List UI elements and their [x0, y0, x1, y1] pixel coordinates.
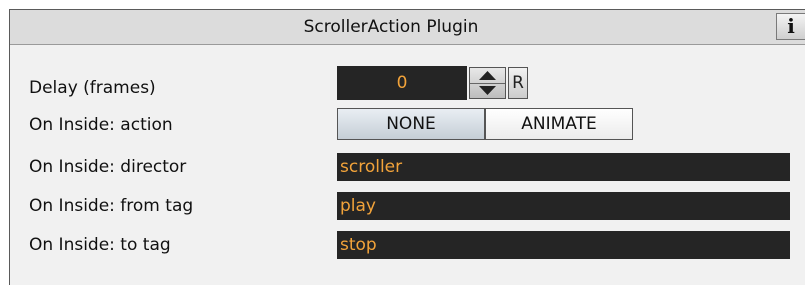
plugin-panel: ScrollerAction Plugin i Delay (frames) 0… — [9, 9, 805, 285]
delay-frames-input[interactable]: 0 — [337, 66, 467, 100]
action-none-button[interactable]: NONE — [337, 108, 485, 140]
to-tag-input[interactable]: stop — [337, 231, 790, 259]
arrow-down-icon — [479, 86, 496, 95]
spinner-down-button[interactable] — [470, 83, 505, 98]
reset-button[interactable]: R — [508, 67, 528, 99]
action-animate-button[interactable]: ANIMATE — [485, 108, 633, 140]
delay-spinner[interactable] — [469, 67, 506, 99]
director-label: On Inside: director — [29, 157, 187, 177]
action-label: On Inside: action — [29, 115, 173, 135]
director-input[interactable]: scroller — [337, 153, 790, 181]
info-button[interactable]: i — [776, 13, 805, 40]
info-icon: i — [787, 14, 795, 38]
delay-label: Delay (frames) — [29, 78, 156, 98]
spinner-up-button[interactable] — [470, 68, 505, 84]
from-tag-input[interactable]: play — [337, 192, 790, 220]
panel-title: ScrollerAction Plugin — [303, 17, 479, 37]
panel-titlebar: ScrollerAction Plugin i — [10, 10, 805, 45]
to-tag-label: On Inside: to tag — [29, 235, 171, 255]
arrow-up-icon — [479, 71, 496, 80]
from-tag-label: On Inside: from tag — [29, 196, 194, 216]
